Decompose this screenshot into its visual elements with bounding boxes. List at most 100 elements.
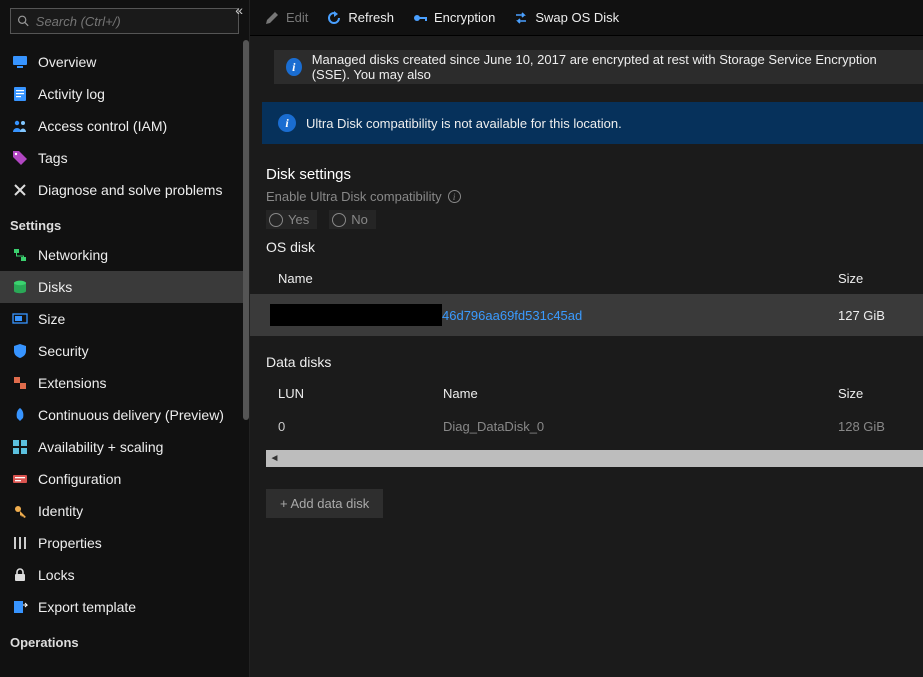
- nav-label: Diagnose and solve problems: [38, 182, 222, 198]
- nav-label: Security: [38, 343, 89, 359]
- toolbar: Edit Refresh Encryption Swap OS Disk: [250, 0, 923, 36]
- nav-label: Properties: [38, 535, 102, 551]
- pencil-icon: [264, 10, 280, 26]
- nav-security[interactable]: Security: [0, 335, 249, 367]
- nav-diagnose[interactable]: Diagnose and solve problems: [0, 174, 249, 206]
- networking-icon: [12, 247, 28, 263]
- col-name: Name: [278, 271, 838, 286]
- col-lun: LUN: [278, 386, 443, 401]
- radio-no[interactable]: No: [329, 210, 376, 229]
- swap-os-disk-button[interactable]: Swap OS Disk: [513, 10, 619, 26]
- nav-continuous-delivery[interactable]: Continuous delivery (Preview): [0, 399, 249, 431]
- search-box[interactable]: [10, 8, 239, 34]
- search-icon: [17, 14, 30, 28]
- add-data-disk-button[interactable]: + Add data disk: [266, 489, 383, 518]
- nav-label: Networking: [38, 247, 108, 263]
- col-size: Size: [838, 386, 923, 401]
- nav-label: Configuration: [38, 471, 121, 487]
- nav-access-control[interactable]: Access control (IAM): [0, 110, 249, 142]
- lock-icon: [12, 567, 28, 583]
- nav-label: Overview: [38, 54, 96, 70]
- os-disk-title: OS disk: [250, 237, 923, 263]
- sidebar-scrollbar[interactable]: [241, 40, 249, 677]
- identity-icon: [12, 503, 28, 519]
- nav-label: Availability + scaling: [38, 439, 163, 455]
- info-icon: i: [278, 114, 296, 132]
- nav-availability[interactable]: Availability + scaling: [0, 431, 249, 463]
- os-disk-size: 127 GiB: [838, 308, 923, 323]
- nav-disks[interactable]: Disks: [0, 271, 249, 303]
- banner-text: Managed disks created since June 10, 201…: [312, 52, 911, 82]
- nav-label: Continuous delivery (Preview): [38, 407, 224, 423]
- tools-icon: [12, 182, 28, 198]
- nav-tags[interactable]: Tags: [0, 142, 249, 174]
- disks-icon: [12, 279, 28, 295]
- alert-text: Ultra Disk compatibility is not availabl…: [306, 116, 622, 131]
- os-disk-table-header: Name Size: [250, 263, 923, 294]
- monitor-icon: [12, 54, 28, 70]
- nav-export-template[interactable]: Export template: [0, 591, 249, 623]
- main-content: Edit Refresh Encryption Swap OS Disk i M…: [250, 0, 923, 677]
- section-operations: Operations: [0, 623, 249, 656]
- properties-icon: [12, 535, 28, 551]
- tag-icon: [12, 150, 28, 166]
- data-disks-table-header: LUN Name Size: [250, 378, 923, 409]
- nav-networking[interactable]: Networking: [0, 239, 249, 271]
- refresh-button[interactable]: Refresh: [326, 10, 394, 26]
- swap-icon: [513, 10, 529, 26]
- nav-locks[interactable]: Locks: [0, 559, 249, 591]
- horizontal-scrollbar[interactable]: ◄: [266, 450, 923, 467]
- info-icon[interactable]: i: [448, 190, 461, 203]
- key-icon: [412, 10, 428, 26]
- scaling-icon: [12, 439, 28, 455]
- info-icon: i: [286, 58, 302, 76]
- nav-label: Access control (IAM): [38, 118, 167, 134]
- data-disk-size: 128 GiB: [838, 419, 923, 434]
- edit-button: Edit: [264, 10, 308, 26]
- encryption-button[interactable]: Encryption: [412, 10, 495, 26]
- data-disks-title: Data disks: [250, 336, 923, 378]
- collapse-sidebar-icon[interactable]: «: [235, 2, 243, 18]
- ultra-disk-alert: i Ultra Disk compatibility is not availa…: [262, 102, 923, 144]
- nav-label: Size: [38, 311, 65, 327]
- sidebar: « Overview Activity log Access control (…: [0, 0, 250, 677]
- scroll-left-arrow[interactable]: ◄: [266, 450, 283, 467]
- rocket-icon: [12, 407, 28, 423]
- data-disk-name: Diag_DataDisk_0: [443, 419, 838, 434]
- extensions-icon: [12, 375, 28, 391]
- access-control-icon: [12, 118, 28, 134]
- info-banner: i Managed disks created since June 10, 2…: [274, 50, 923, 84]
- col-name: Name: [443, 386, 838, 401]
- nav-configuration[interactable]: Configuration: [0, 463, 249, 495]
- activity-log-icon: [12, 86, 28, 102]
- os-disk-row[interactable]: 46d796aa69fd531c45ad 127 GiB: [250, 294, 923, 336]
- nav-properties[interactable]: Properties: [0, 527, 249, 559]
- redacted-block: [270, 304, 442, 326]
- nav-label: Export template: [38, 599, 136, 615]
- radio-yes[interactable]: Yes: [266, 210, 317, 229]
- nav-identity[interactable]: Identity: [0, 495, 249, 527]
- nav-label: Extensions: [38, 375, 106, 391]
- data-disk-lun: 0: [278, 419, 443, 434]
- nav-extensions[interactable]: Extensions: [0, 367, 249, 399]
- col-size: Size: [838, 271, 923, 286]
- export-icon: [12, 599, 28, 615]
- nav-overview[interactable]: Overview: [0, 46, 249, 78]
- nav-label: Disks: [38, 279, 72, 295]
- nav-label: Locks: [38, 567, 75, 583]
- ultra-disk-radio-group: Yes No: [250, 208, 923, 237]
- disk-settings-title: Disk settings: [250, 166, 923, 189]
- nav-size[interactable]: Size: [0, 303, 249, 335]
- ultra-disk-label: Enable Ultra Disk compatibility i: [250, 189, 923, 208]
- data-disk-row[interactable]: 0 Diag_DataDisk_0 128 GiB: [250, 409, 923, 444]
- size-icon: [12, 311, 28, 327]
- os-disk-name-link[interactable]: 46d796aa69fd531c45ad: [442, 308, 582, 323]
- refresh-icon: [326, 10, 342, 26]
- configuration-icon: [12, 471, 28, 487]
- section-settings: Settings: [0, 206, 249, 239]
- nav-activity-log[interactable]: Activity log: [0, 78, 249, 110]
- nav-label: Activity log: [38, 86, 105, 102]
- nav-label: Identity: [38, 503, 83, 519]
- nav-label: Tags: [38, 150, 68, 166]
- search-input[interactable]: [36, 14, 232, 29]
